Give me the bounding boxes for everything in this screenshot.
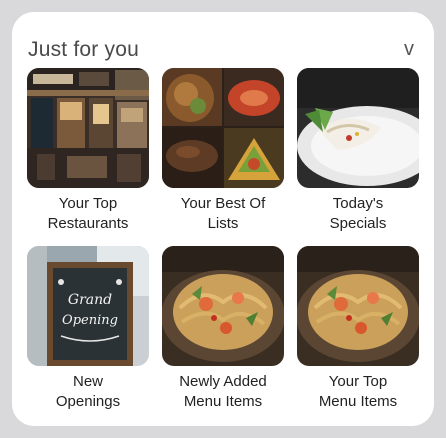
chevron-down-icon[interactable]: v: [404, 38, 414, 61]
tile-label: Your Top Menu Items: [318, 373, 398, 410]
tile-your-top-menu-items[interactable]: Your Top Menu Items: [297, 246, 419, 424]
tile-grid: Your Top Restaurants Your Best Of Lists …: [27, 68, 419, 424]
pasta-plate-image: [162, 246, 284, 366]
tile-label: Your Top Restaurants: [47, 195, 129, 232]
food-collage-image: [162, 68, 284, 188]
tile-your-top-restaurants[interactable]: Your Top Restaurants: [27, 68, 149, 246]
grand-opening-chalkboard-image: Grand Opening: [27, 246, 149, 366]
pasta-plate-image: [297, 246, 419, 366]
restaurant-storefront-image: [27, 68, 149, 188]
tile-newly-added-menu-items[interactable]: Newly Added Menu Items: [162, 246, 284, 424]
just-for-you-card: Just for you v Your Top Restaurants Your…: [12, 12, 434, 426]
svg-text:Grand: Grand: [68, 292, 112, 308]
tile-label: Today's Specials: [329, 195, 387, 232]
tile-label: Your Best Of Lists: [180, 195, 266, 232]
tile-todays-specials[interactable]: Today's Specials: [297, 68, 419, 246]
svg-text:Opening: Opening: [62, 313, 118, 328]
card-header: Just for you v: [28, 38, 414, 66]
tile-new-openings[interactable]: Grand Opening New Openings: [27, 246, 149, 424]
plated-dish-image: [297, 68, 419, 188]
tile-label: Newly Added Menu Items: [179, 373, 267, 410]
tile-label: New Openings: [55, 373, 121, 410]
card-title: Just for you: [28, 38, 139, 61]
tile-your-best-of-lists[interactable]: Your Best Of Lists: [162, 68, 284, 246]
